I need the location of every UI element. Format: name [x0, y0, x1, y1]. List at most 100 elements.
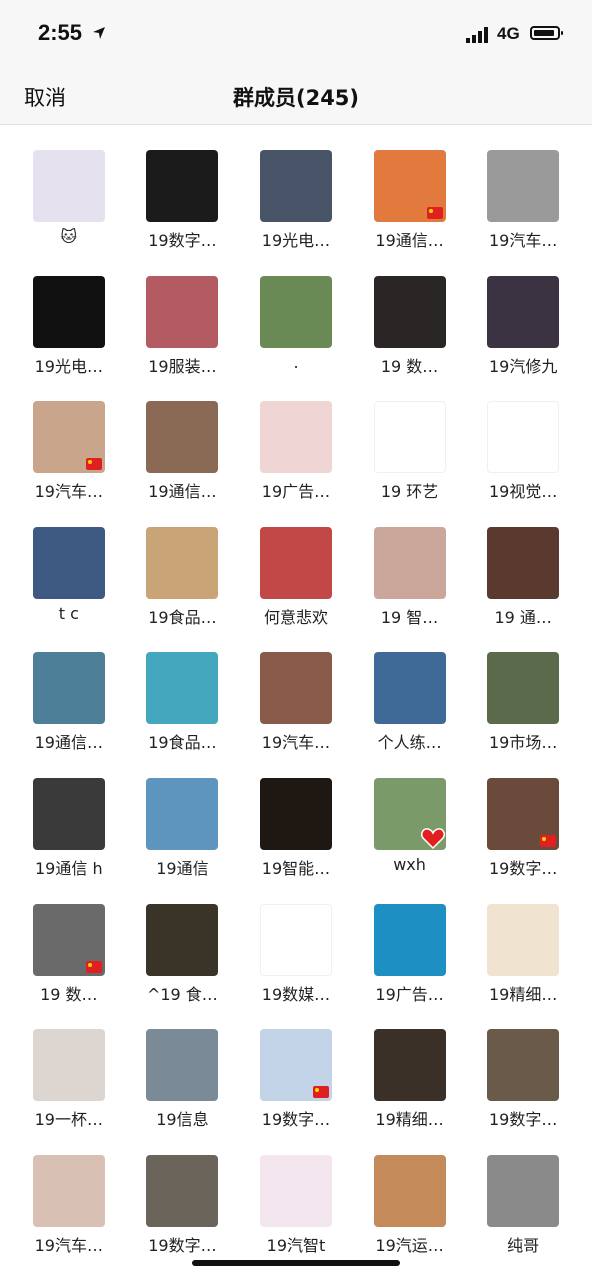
member-avatar[interactable]	[32, 1029, 105, 1102]
member-avatar[interactable]	[146, 275, 219, 348]
member-avatar[interactable]	[146, 1029, 219, 1102]
member-avatar[interactable]	[32, 777, 105, 850]
member-item[interactable]: 19 智…	[353, 526, 467, 653]
cancel-button[interactable]: 取消	[24, 82, 66, 112]
member-avatar[interactable]	[487, 150, 560, 222]
battery-icon	[530, 26, 563, 40]
member-grid: 🐱 19数字… 19光电… 19通信… 19汽车… 19光电… 19服装…. 19 数… 19汽…	[12, 150, 580, 1280]
member-avatar[interactable]	[32, 903, 105, 976]
member-item[interactable]: 19一杯…	[12, 1029, 126, 1155]
member-item[interactable]: 19市场…	[466, 652, 580, 778]
member-item[interactable]: 19服装…	[126, 275, 240, 402]
member-item[interactable]: 19视觉…	[466, 401, 580, 527]
member-item[interactable]: 19光电…	[239, 150, 353, 276]
member-avatar[interactable]	[259, 1154, 332, 1227]
member-avatar[interactable]	[146, 150, 219, 222]
member-avatar[interactable]	[373, 275, 446, 348]
member-avatar[interactable]	[146, 777, 219, 850]
member-avatar[interactable]	[259, 903, 332, 976]
member-item[interactable]: 19通信 h	[12, 777, 126, 904]
member-avatar[interactable]	[487, 526, 560, 599]
member-item[interactable]: wxh	[353, 777, 467, 904]
member-avatar[interactable]	[487, 777, 560, 850]
member-name: 19汽车…	[34, 1235, 103, 1255]
member-item[interactable]: 19数字…	[466, 777, 580, 904]
member-avatar[interactable]	[32, 150, 105, 222]
member-item[interactable]: 19汽车…	[239, 652, 353, 778]
member-item[interactable]: 19数字…	[466, 1029, 580, 1155]
member-avatar[interactable]	[146, 526, 219, 599]
member-item[interactable]: .	[239, 275, 353, 402]
member-item[interactable]: 何意悲欢	[239, 526, 353, 653]
member-item[interactable]: 19汽修九	[466, 275, 580, 402]
member-name: 19精细…	[375, 1110, 444, 1130]
member-avatar[interactable]	[373, 401, 446, 474]
member-item[interactable]: 纯哥	[466, 1154, 580, 1280]
member-avatar[interactable]	[259, 1029, 332, 1102]
member-avatar[interactable]	[259, 275, 332, 348]
member-item[interactable]: 19食品…	[126, 652, 240, 778]
member-item[interactable]: 19光电…	[12, 275, 126, 402]
member-item[interactable]: 个人练…	[353, 652, 467, 778]
member-item[interactable]: 19广告…	[239, 401, 353, 527]
member-item[interactable]: 19数字…	[239, 1029, 353, 1155]
member-avatar[interactable]	[487, 275, 560, 348]
member-avatar[interactable]	[32, 275, 105, 348]
china-flag-icon	[85, 458, 102, 471]
member-item[interactable]: 19数媒…	[239, 903, 353, 1030]
member-avatar[interactable]	[146, 903, 219, 976]
member-avatar[interactable]	[259, 652, 332, 725]
member-name: 19通信…	[148, 482, 217, 502]
member-item[interactable]: 19汽车…	[466, 150, 580, 276]
member-avatar[interactable]	[487, 903, 560, 976]
member-item[interactable]: t c	[12, 526, 126, 653]
member-item[interactable]: 19通信…	[12, 652, 126, 778]
member-avatar[interactable]	[373, 903, 446, 976]
member-item[interactable]: 19 通…	[466, 526, 580, 653]
member-avatar[interactable]	[32, 401, 105, 474]
member-item[interactable]: 19通信…	[126, 401, 240, 527]
member-avatar[interactable]	[487, 1029, 560, 1102]
member-avatar[interactable]	[32, 1154, 105, 1227]
member-avatar[interactable]	[373, 1029, 446, 1102]
member-avatar[interactable]	[373, 777, 446, 850]
member-item[interactable]: 19通信…	[353, 150, 467, 276]
member-item[interactable]: ^19 食…	[126, 903, 240, 1030]
member-item[interactable]: 19汽车…	[12, 401, 126, 527]
member-name: 19数字…	[148, 231, 217, 250]
member-avatar[interactable]	[487, 401, 560, 474]
member-avatar[interactable]	[146, 1154, 219, 1227]
member-avatar[interactable]	[373, 1154, 446, 1227]
member-item[interactable]: 19精细…	[353, 1029, 467, 1155]
member-item[interactable]: 19通信	[126, 777, 240, 904]
member-item[interactable]: 19精细…	[466, 903, 580, 1030]
member-avatar[interactable]	[259, 150, 332, 222]
member-item[interactable]: 19汽车…	[12, 1154, 126, 1280]
member-item[interactable]: 19 数…	[353, 275, 467, 402]
member-item[interactable]: 19智能…	[239, 777, 353, 904]
member-item[interactable]: 19数字…	[126, 150, 240, 276]
member-name: 19 数…	[380, 356, 439, 376]
member-avatar[interactable]	[487, 652, 560, 725]
member-item[interactable]: 19食品…	[126, 526, 240, 653]
member-item[interactable]: 19 环艺	[353, 401, 467, 527]
member-item[interactable]: 🐱	[12, 150, 126, 276]
member-item[interactable]: 19广告…	[353, 903, 467, 1030]
member-avatar[interactable]	[146, 652, 219, 725]
member-item[interactable]: 19信息	[126, 1029, 240, 1155]
member-avatar[interactable]	[487, 1154, 560, 1227]
member-name: 19信息	[156, 1110, 209, 1130]
member-item[interactable]: 19 数…	[12, 903, 126, 1030]
member-avatar[interactable]	[259, 777, 332, 850]
home-indicator[interactable]	[192, 1260, 400, 1266]
member-avatar[interactable]	[146, 401, 219, 474]
member-avatar[interactable]	[32, 526, 105, 599]
member-name: 19汽车…	[34, 482, 103, 502]
member-name: .	[293, 352, 299, 372]
member-avatar[interactable]	[373, 150, 446, 222]
member-avatar[interactable]	[32, 652, 105, 725]
member-avatar[interactable]	[373, 526, 446, 599]
member-avatar[interactable]	[259, 526, 332, 599]
member-avatar[interactable]	[259, 401, 332, 474]
member-avatar[interactable]	[373, 652, 446, 725]
